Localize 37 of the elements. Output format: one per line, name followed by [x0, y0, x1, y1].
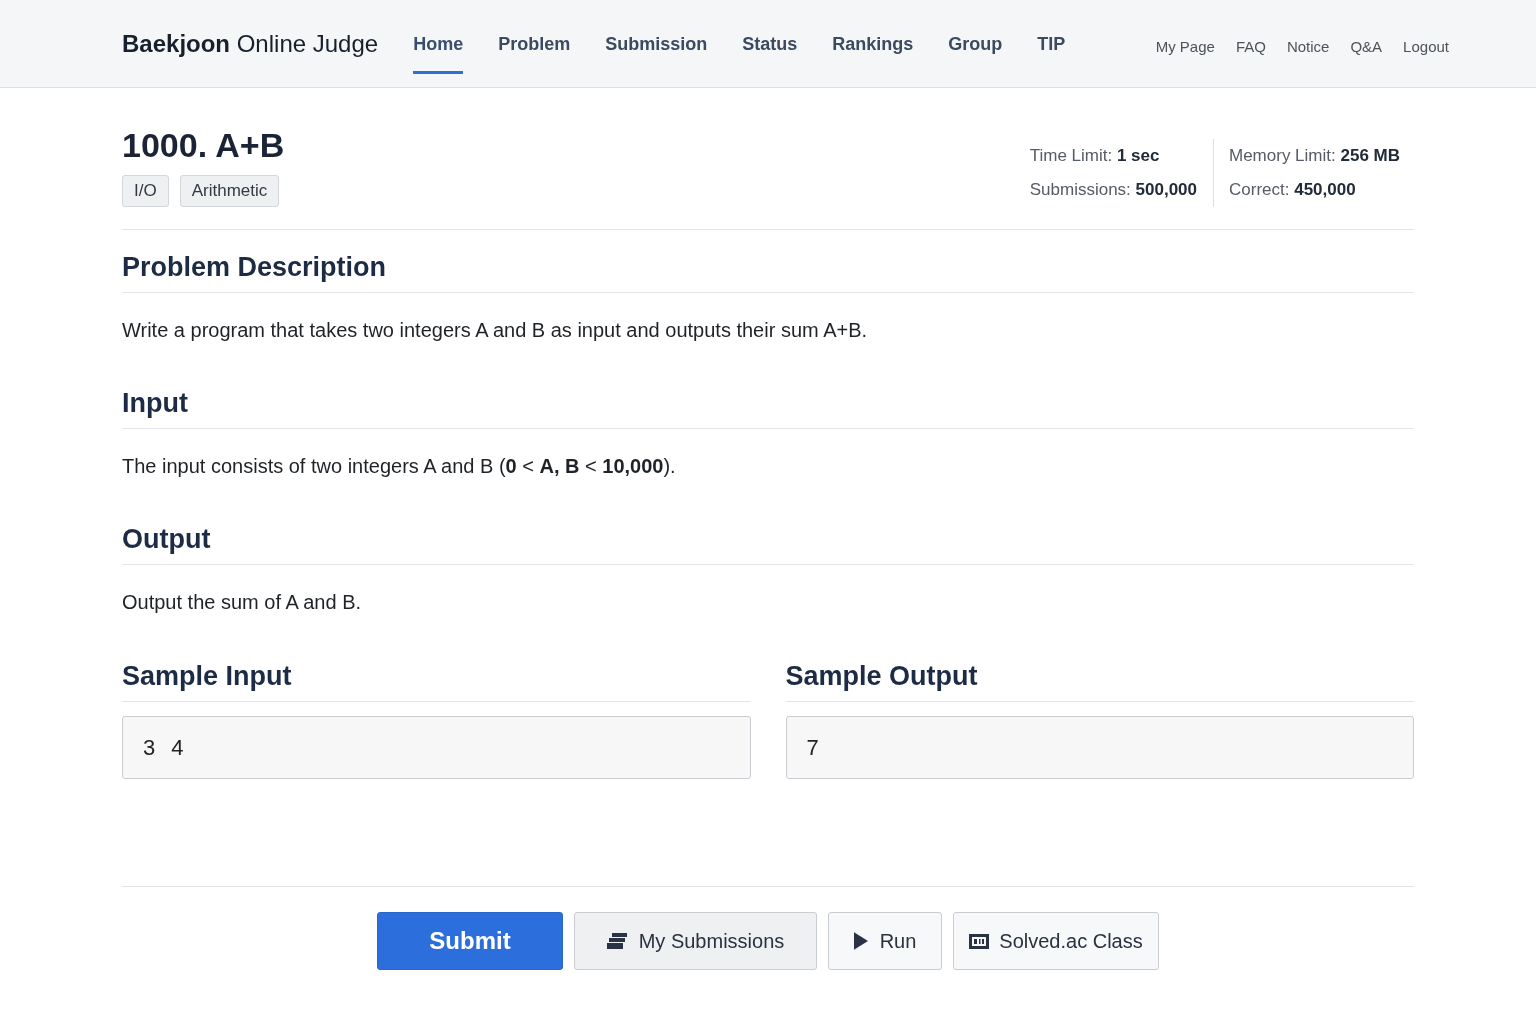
sample-heading: Sample Input: [122, 659, 751, 702]
stat-text: Submissions: 500,000: [1029, 180, 1197, 199]
section-text: The input consists of two integers A and B (0 < A, B < 10,000).: [122, 454, 677, 479]
nav-link[interactable]: Logout: [1403, 38, 1449, 55]
card-icon: [969, 933, 990, 949]
stack-icon: [606, 933, 627, 949]
section-text: Output the sum of A and B.: [122, 590, 363, 615]
problem-tag[interactable]: Arithmetic: [179, 175, 280, 207]
problem-tag[interactable]: I/O: [122, 175, 169, 207]
submit-button[interactable]: Submit: [377, 912, 563, 970]
nav-tab[interactable]: Submission: [605, 0, 708, 74]
section-text: Write a program that takes two integers A and B as input and outputs their sum A+B.: [122, 318, 869, 343]
section-heading: Output: [122, 522, 1414, 565]
play-icon: [853, 932, 868, 950]
class-button[interactable]: Solved.ac Class: [953, 912, 1159, 970]
run-button[interactable]: Run: [828, 912, 942, 970]
stat-text: Time Limit: 1 sec: [1029, 146, 1160, 165]
stat-text: Correct: 450,000: [1229, 180, 1356, 199]
nav-tab[interactable]: Status: [742, 0, 798, 74]
nav-link[interactable]: Notice: [1286, 38, 1330, 55]
sample-code-block: 7: [785, 716, 1414, 779]
sample-code-block: 3 4: [122, 716, 751, 779]
nav-tab[interactable]: Rankings: [832, 0, 914, 74]
nav-link[interactable]: Q&A: [1350, 38, 1383, 55]
sample-heading: Sample Output: [785, 659, 1414, 702]
nav-tab[interactable]: Group: [948, 0, 1003, 74]
section-heading: Input: [122, 386, 1414, 429]
site-logo[interactable]: Baekjoon Online Judge: [122, 29, 379, 58]
nav-tab[interactable]: Problem: [498, 0, 571, 74]
nav-link[interactable]: FAQ: [1235, 38, 1266, 55]
problem-title: 1000. A+B: [122, 125, 285, 165]
nav-tab[interactable]: TIP: [1037, 0, 1066, 74]
section-heading: Problem Description: [122, 250, 1414, 293]
stat-text: Memory Limit: 256 MB: [1229, 146, 1400, 165]
nav-tab[interactable]: Home: [413, 0, 464, 74]
nav-link[interactable]: My Page: [1155, 38, 1215, 55]
my-submissions-button[interactable]: My Submissions: [574, 912, 817, 970]
